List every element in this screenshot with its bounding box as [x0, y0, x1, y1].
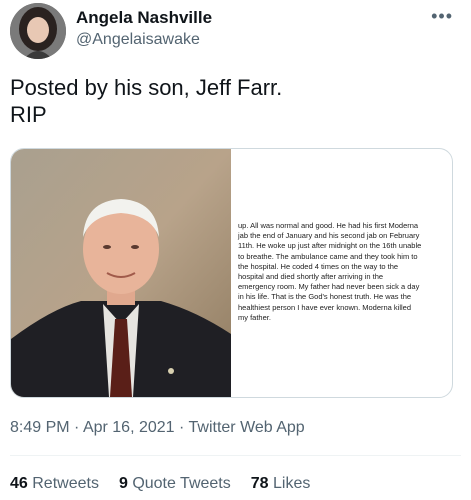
likes-label: Likes: [273, 475, 311, 492]
quote-tweets-stat[interactable]: 9 Quote Tweets: [119, 475, 231, 493]
display-name[interactable]: Angela Nashville: [76, 8, 212, 28]
media-caption-line: the hospital. He coded 4 times on the wa…: [238, 261, 399, 271]
divider: [10, 455, 461, 456]
tweet-meta: 8:49 PM · Apr 16, 2021 · Twitter Web App: [10, 419, 305, 437]
quote-tweets-count: 9: [118, 475, 128, 492]
media-caption-line: healthiest person I have ever known. Mod…: [238, 302, 412, 312]
retweets-stat[interactable]: 46 Retweets: [10, 475, 99, 493]
likes-count: 78: [250, 475, 269, 492]
tweet-time[interactable]: 8:49 PM: [10, 419, 70, 436]
avatar[interactable]: [10, 3, 66, 59]
retweets-count: 46: [10, 475, 28, 492]
avatar-image: [10, 3, 66, 59]
media-caption-line: emergency room. My father had never been…: [238, 282, 420, 292]
media-caption-line: jab the end of January and his second ja…: [238, 231, 420, 241]
quote-tweets-label: Quote Tweets: [132, 475, 231, 492]
tweet-text-line: Posted by his son, Jeff Farr.: [10, 75, 283, 100]
media-caption-line: hospital and died shortly after arriving…: [238, 272, 384, 282]
tweet-date[interactable]: Apr 16, 2021: [83, 419, 175, 436]
tweet-media[interactable]: up. All was normal and good. He had his …: [10, 148, 453, 398]
tweet-source[interactable]: Twitter Web App: [189, 419, 305, 436]
tweet-stats: 46 Retweets 9 Quote Tweets 78 Likes: [10, 475, 310, 493]
more-horizontal-icon[interactable]: •••: [431, 6, 453, 27]
portrait-photo: [11, 149, 231, 397]
meta-separator: ·: [69, 419, 83, 436]
retweets-label: Retweets: [32, 475, 99, 492]
tweet-text: Posted by his son, Jeff Farr. RIP: [10, 74, 450, 128]
media-caption-line: up. All was normal and good. He had his …: [238, 221, 419, 230]
tweet-text-line: RIP: [10, 102, 47, 127]
user-handle[interactable]: @Angelaisawake: [76, 31, 200, 49]
media-caption-line: my father.: [238, 312, 271, 322]
media-caption-line: to breathe. The ambulance came and they …: [238, 251, 418, 261]
likes-stat[interactable]: 78 Likes: [251, 475, 311, 493]
media-caption-line: in his life. That is the God's honest tr…: [238, 292, 412, 302]
media-caption-line: 11th. He woke up just after midnight on …: [238, 241, 422, 251]
meta-separator: ·: [174, 419, 189, 436]
media-caption: up. All was normal and good. He had his …: [238, 221, 446, 323]
